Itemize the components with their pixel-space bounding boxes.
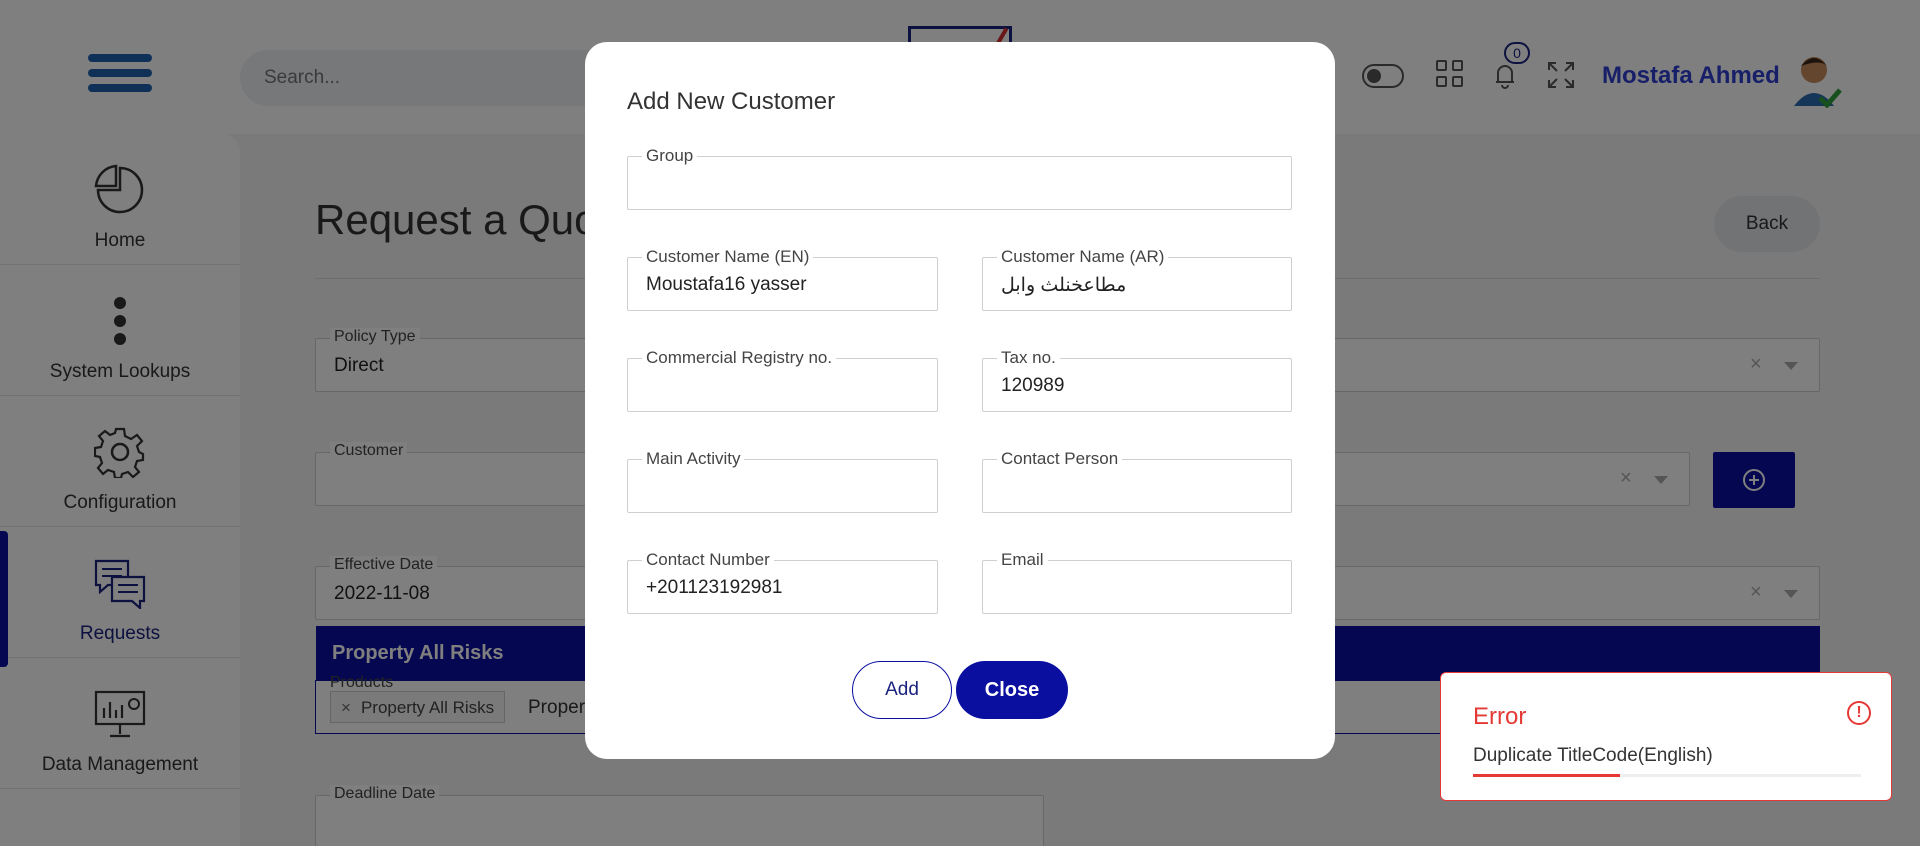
customer-name-en-input[interactable] bbox=[646, 274, 926, 296]
customer-name-en-field[interactable]: Customer Name (EN) bbox=[627, 247, 938, 311]
customer-name-ar-field[interactable]: Customer Name (AR) bbox=[982, 247, 1292, 311]
error-toast[interactable]: Error ! Duplicate TitleCode(English) bbox=[1440, 672, 1892, 801]
contact-person-field[interactable]: Contact Person bbox=[982, 449, 1292, 513]
field-label: Commercial Registry no. bbox=[642, 348, 837, 368]
email-field[interactable]: Email bbox=[982, 550, 1292, 614]
customer-name-ar-input[interactable] bbox=[1001, 274, 1281, 296]
contact-person-input[interactable] bbox=[1001, 476, 1281, 498]
field-label: Contact Number bbox=[642, 550, 774, 570]
main-activity-field[interactable]: Main Activity bbox=[627, 449, 938, 513]
field-label: Customer Name (EN) bbox=[642, 247, 814, 267]
tax-no-input[interactable] bbox=[1001, 375, 1281, 397]
email-input[interactable] bbox=[1001, 577, 1281, 599]
alert-circle-icon: ! bbox=[1847, 701, 1871, 725]
tax-no-field[interactable]: Tax no. bbox=[982, 348, 1292, 412]
close-button[interactable]: Close bbox=[956, 661, 1068, 719]
contact-number-field[interactable]: Contact Number bbox=[627, 550, 938, 614]
add-button[interactable]: Add bbox=[852, 661, 952, 719]
modal-title: Add New Customer bbox=[627, 88, 836, 115]
field-label: Tax no. bbox=[997, 348, 1060, 368]
field-label: Customer Name (AR) bbox=[997, 247, 1169, 267]
contact-number-input[interactable] bbox=[646, 577, 926, 599]
commercial-registry-input[interactable] bbox=[646, 375, 926, 397]
group-input[interactable] bbox=[646, 173, 926, 195]
field-label: Main Activity bbox=[642, 449, 745, 469]
main-activity-input[interactable] bbox=[646, 476, 926, 498]
toast-progress-bar bbox=[1473, 774, 1861, 777]
toast-progress-fill bbox=[1473, 774, 1621, 777]
field-label: Contact Person bbox=[997, 449, 1123, 469]
add-customer-modal: Add New Customer Group Customer Name (EN… bbox=[585, 42, 1335, 759]
field-label: Email bbox=[997, 550, 1048, 570]
commercial-registry-field[interactable]: Commercial Registry no. bbox=[627, 348, 938, 412]
toast-title: Error bbox=[1473, 703, 1527, 730]
field-label: Group bbox=[642, 146, 698, 166]
group-field[interactable]: Group bbox=[627, 146, 1292, 210]
toast-message: Duplicate TitleCode(English) bbox=[1473, 745, 1713, 766]
